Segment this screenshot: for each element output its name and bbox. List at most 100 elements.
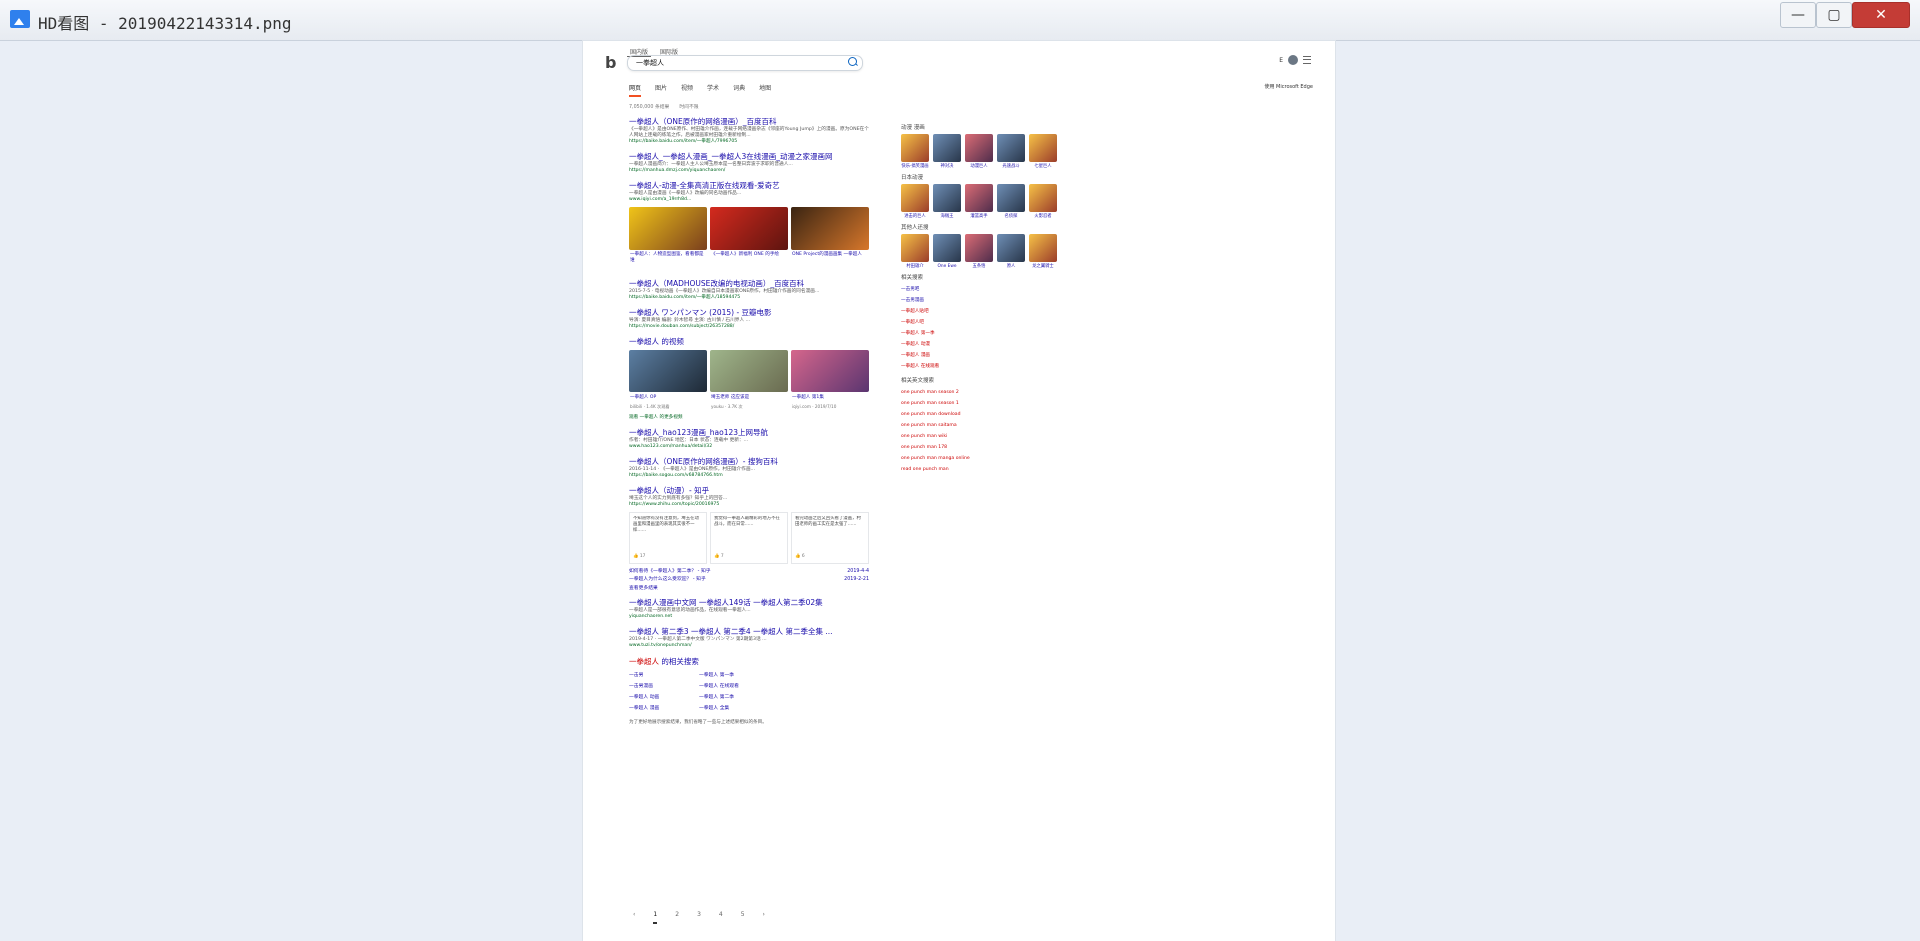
time-filter[interactable]: 时间不限 (679, 103, 698, 110)
search-input[interactable]: 一拳超人 (627, 55, 863, 71)
sidebar-entity[interactable]: 光速战斗 (997, 134, 1025, 169)
result-url[interactable]: www.hao123.com/manhua/detail/32 (629, 444, 869, 450)
english-link[interactable]: one punch man wiki (901, 431, 1081, 442)
image-card[interactable]: 一拳超人：人物造型图鉴，看看都是谁 (629, 207, 707, 272)
sidebar-entity[interactable]: 进击的巨人 (901, 184, 929, 219)
entity-caption[interactable]: 五条悟 (965, 264, 993, 269)
sidebar-entity[interactable]: 快乐·搞笑漫画 (901, 134, 929, 169)
video-caption[interactable]: 一拳超人 第1集 (791, 392, 869, 402)
maximize-button[interactable]: ▢ (1816, 2, 1852, 28)
tab-images[interactable]: 图片 (655, 83, 667, 97)
result-url[interactable]: yiquanchaoren.net (629, 614, 869, 620)
result-title[interactable]: 一拳超人-动漫-全集高清正版在线观看-爱奇艺 (629, 181, 869, 191)
close-button[interactable]: ✕ (1852, 2, 1910, 28)
related-link[interactable]: 一拳超人 在线观看 (699, 682, 769, 689)
answer-card[interactable]: 看完动画之后又回头看了漫画，村田老师的画工实在是太强了…… 👍 6 (791, 512, 869, 564)
result-url[interactable]: https://movie.douban.com/subject/2635728… (629, 324, 869, 330)
result-url[interactable]: https://manhua.dmzj.com/yiquanchaoren/ (629, 168, 869, 174)
search-icon[interactable] (848, 57, 857, 66)
page-4[interactable]: 4 (719, 911, 723, 924)
related-link[interactable]: 一拳超人 在线观看 (901, 361, 1081, 372)
related-link[interactable]: 一击男漫画 (901, 295, 1081, 306)
entity-caption[interactable]: 七星巨人 (1029, 164, 1057, 169)
english-link[interactable]: one punch man saitama (901, 420, 1081, 431)
english-link[interactable]: one punch man season 2 (901, 387, 1081, 398)
related-link[interactable]: 一拳超人 第二季 (699, 693, 769, 700)
video-card[interactable]: 一拳超人 OP bilibili · 1.4K 次观看 (629, 350, 707, 412)
answer-card[interactable]: 不知道你有没有注意到，埼玉在动画里和漫画里的表现其实很不一样…… 👍 17 (629, 512, 707, 564)
hamburger-menu-icon[interactable] (1303, 56, 1311, 64)
sidebar-entity[interactable]: 动漫巨人 (965, 134, 993, 169)
video-heading[interactable]: 一拳超人 的视频 (629, 337, 869, 347)
english-link[interactable]: one punch man season 1 (901, 398, 1081, 409)
image-card-caption[interactable]: 《一拳超人》新福利 ONE 的手绘 (710, 250, 788, 272)
prev-page-button[interactable]: ‹ (633, 911, 635, 924)
video-card[interactable]: 埼玉老师 这应该是 youku · 3.7K 次 (710, 350, 788, 412)
entity-caption[interactable]: 名侦探 (997, 214, 1025, 219)
related-link[interactable]: 一击男 (629, 671, 699, 678)
next-page-button[interactable]: › (763, 911, 765, 924)
avatar[interactable] (1288, 55, 1298, 65)
related-link[interactable]: 一拳超人 漫画 (901, 350, 1081, 361)
more-videos-link[interactable]: 观看 一拳超人 的更多视频 (629, 415, 869, 421)
entity-caption[interactable]: 原人 (997, 264, 1025, 269)
video-card[interactable]: 一拳超人 第1集 iqiyi.com · 2019/7/10 (791, 350, 869, 412)
bing-logo[interactable]: b (605, 53, 616, 72)
result-title[interactable]: 一拳超人 ワンパンマン (2015) - 豆瓣电影 (629, 308, 869, 318)
image-card-caption[interactable]: 一拳超人：人物造型图鉴，看看都是谁 (629, 250, 707, 272)
tab-academic[interactable]: 学术 (707, 83, 719, 97)
related-link[interactable]: 一拳超人 漫画 (629, 704, 699, 711)
related-link[interactable]: 一拳超人贴吧 (901, 306, 1081, 317)
image-card[interactable]: ONE Project的漫画画集 一拳超人 (791, 207, 869, 272)
sidebar-entity[interactable]: 火影忍者 (1029, 184, 1057, 219)
sidebar-entity[interactable]: 村田雄介 (901, 234, 929, 269)
result-title[interactable]: 一拳超人 第二季3 一拳超人 第二季4 一拳超人 第二季全集 ... (629, 627, 869, 637)
sidebar-entity[interactable]: 神对决 (933, 134, 961, 169)
related-link[interactable]: 一拳超人 动漫 (901, 339, 1081, 350)
page-5[interactable]: 5 (741, 911, 745, 924)
tab-videos[interactable]: 视频 (681, 83, 693, 97)
tab-maps[interactable]: 地图 (759, 83, 771, 97)
page-3[interactable]: 3 (697, 911, 701, 924)
related-link[interactable]: 一击男吧 (901, 284, 1081, 295)
result-url[interactable]: www.iqiyi.com/a_19rrh8d... (629, 197, 869, 203)
result-title[interactable]: 一拳超人漫画中文网 一拳超人149话 一拳超人第二季02集 (629, 598, 869, 608)
english-link[interactable]: one punch man 178 (901, 442, 1081, 453)
entity-caption[interactable]: 光速战斗 (997, 164, 1025, 169)
question-row[interactable]: 如何看待《一拳超人》第二季？ - 知乎 2019-4-4 (629, 568, 869, 576)
sidebar-entity[interactable]: One Ewe (933, 234, 961, 269)
minimize-button[interactable]: — (1780, 2, 1816, 28)
entity-caption[interactable]: 龙之翼骑士 (1029, 264, 1057, 269)
result-title[interactable]: 一拳超人（ONE原作的网络漫画）- 搜狗百科 (629, 457, 869, 467)
related-link[interactable]: 一拳超人 全集 (699, 704, 769, 711)
entity-caption[interactable]: 火影忍者 (1029, 214, 1057, 219)
sidebar-entity[interactable]: 海贼王 (933, 184, 961, 219)
video-caption[interactable]: 一拳超人 OP (629, 392, 707, 402)
english-link[interactable]: one punch man download (901, 409, 1081, 420)
english-link[interactable]: read one punch man (901, 464, 1081, 475)
image-card-caption[interactable]: ONE Project的漫画画集 一拳超人 (791, 250, 869, 272)
sidebar-entity[interactable]: 五条悟 (965, 234, 993, 269)
entity-caption[interactable]: 灌篮高手 (965, 214, 993, 219)
result-title[interactable]: 一拳超人_一拳超人漫画_一拳超人3在线漫画_动漫之家漫画网 (629, 152, 869, 162)
tab-dictionary[interactable]: 词典 (733, 83, 745, 97)
more-results-link[interactable]: 查看更多结果 (629, 584, 869, 591)
related-link[interactable]: 一拳超人 第一季 (901, 328, 1081, 339)
result-url[interactable]: https://baike.baidu.com/item/一拳超人/799670… (629, 139, 869, 145)
entity-caption[interactable]: 动漫巨人 (965, 164, 993, 169)
entity-caption[interactable]: 海贼王 (933, 214, 961, 219)
entity-caption[interactable]: One Ewe (933, 264, 961, 269)
result-url[interactable]: https://www.zhihu.com/topic/20016975 (629, 502, 869, 508)
sidebar-entity[interactable]: 灌篮高手 (965, 184, 993, 219)
edge-tip[interactable]: 使用 Microsoft Edge (1264, 83, 1313, 90)
sidebar-entity[interactable]: 原人 (997, 234, 1025, 269)
image-card[interactable]: 《一拳超人》新福利 ONE 的手绘 (710, 207, 788, 272)
video-caption[interactable]: 埼玉老师 这应该是 (710, 392, 788, 402)
sidebar-entity[interactable]: 名侦探 (997, 184, 1025, 219)
english-link[interactable]: one punch man manga online (901, 453, 1081, 464)
related-link[interactable]: 一拳超人 动画 (629, 693, 699, 700)
sidebar-entity[interactable]: 龙之翼骑士 (1029, 234, 1057, 269)
page-1[interactable]: 1 (653, 911, 658, 924)
related-link[interactable]: 一拳超人 第一季 (699, 671, 769, 678)
result-title[interactable]: 一拳超人_hao123漫画_hao123上网导航 (629, 428, 869, 438)
